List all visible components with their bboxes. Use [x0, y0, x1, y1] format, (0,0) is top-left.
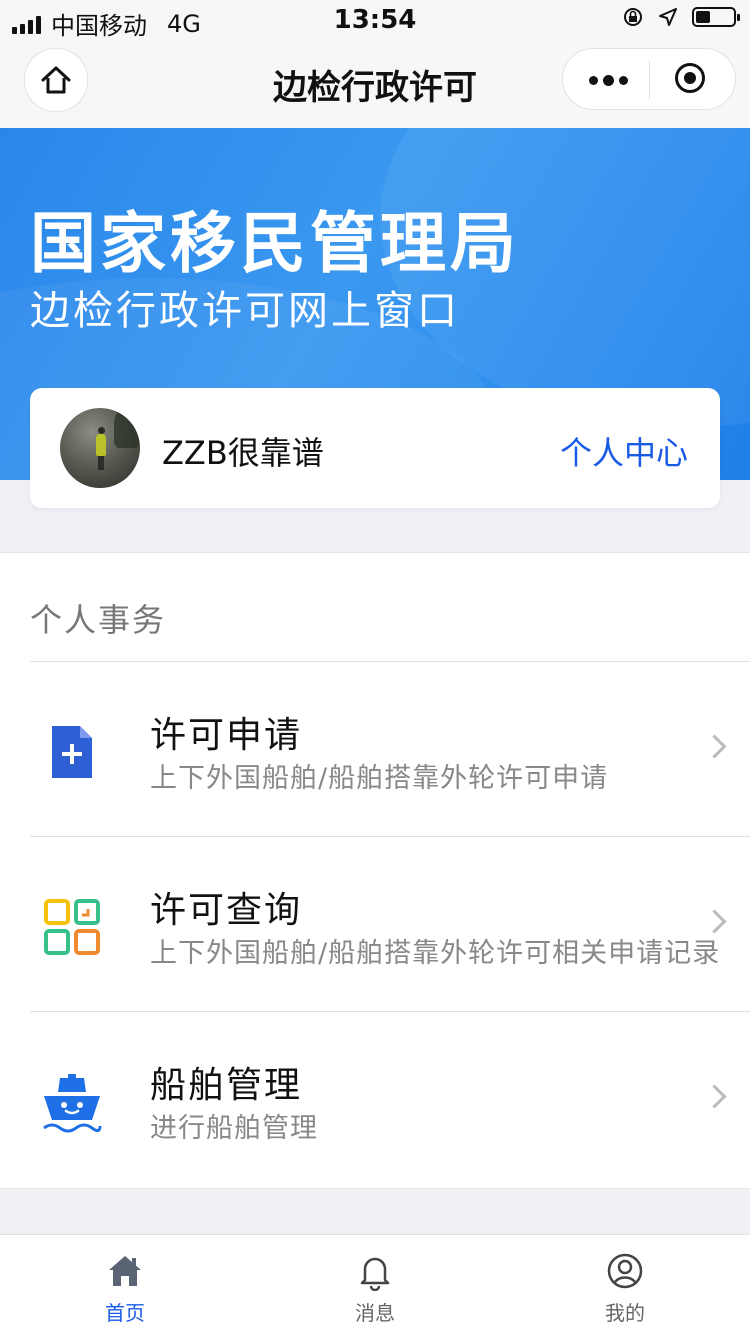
personal-center-link[interactable]: 个人中心 — [560, 428, 688, 474]
item-title: 许可申请 — [150, 715, 303, 756]
chevron-right-icon — [702, 909, 727, 934]
user-card[interactable]: ZZB很靠谱 个人中心 — [30, 388, 720, 508]
orientation-lock-icon — [624, 8, 642, 26]
section-title: 个人事务 — [30, 601, 167, 639]
chevron-right-icon — [702, 734, 727, 759]
grid-query-icon — [40, 895, 104, 959]
bell-icon — [355, 1251, 395, 1292]
tab-messages[interactable]: 消息 — [250, 1235, 500, 1335]
avatar[interactable] — [60, 408, 140, 488]
item-description: 上下外国船舶/船舶搭靠外轮许可申请 — [150, 763, 609, 794]
ship-icon — [40, 1070, 104, 1134]
list-item-permit-query[interactable]: 许可查询 上下外国船舶/船舶搭靠外轮许可相关申请记录 — [0, 837, 750, 1011]
tab-bar: 首页 消息 我的 — [0, 1234, 750, 1335]
more-icon[interactable] — [589, 65, 629, 95]
target-icon[interactable] — [675, 63, 705, 93]
status-bar: 中国移动 4G 13:54 — [0, 0, 750, 40]
item-description: 进行船舶管理 — [150, 1113, 318, 1144]
battery-icon — [692, 7, 740, 27]
nav-bar: 边检行政许可 — [0, 40, 750, 128]
home-icon — [105, 1251, 145, 1291]
capsule-divider — [649, 61, 650, 99]
item-title: 船舶管理 — [150, 1065, 303, 1106]
capsule-menu — [562, 48, 736, 110]
user-name: ZZB很靠谱 — [162, 434, 324, 472]
tab-home[interactable]: 首页 — [0, 1235, 250, 1335]
tab-label: 消息 — [355, 1301, 395, 1325]
tab-label: 我的 — [605, 1301, 645, 1325]
list-item-permit-apply[interactable]: 许可申请 上下外国船舶/船舶搭靠外轮许可申请 — [0, 662, 750, 836]
chevron-right-icon — [702, 1084, 727, 1109]
user-icon — [605, 1251, 645, 1291]
personal-affairs-section: 个人事务 许可申请 上下外国船舶/船舶搭靠外轮许可申请 许可查询 上下外国船舶/… — [0, 552, 750, 1189]
status-right — [622, 6, 740, 28]
tab-mine[interactable]: 我的 — [500, 1235, 750, 1335]
add-document-icon — [40, 720, 104, 784]
item-title: 许可查询 — [150, 890, 303, 931]
location-icon — [659, 8, 677, 26]
list-item-ship-management[interactable]: 船舶管理 进行船舶管理 — [0, 1012, 750, 1186]
banner-subtitle: 边检行政许可网上窗口 — [30, 288, 460, 334]
tab-label: 首页 — [105, 1301, 145, 1325]
banner-title: 国家移民管理局 — [30, 205, 520, 282]
item-description: 上下外国船舶/船舶搭靠外轮许可相关申请记录 — [150, 938, 721, 969]
